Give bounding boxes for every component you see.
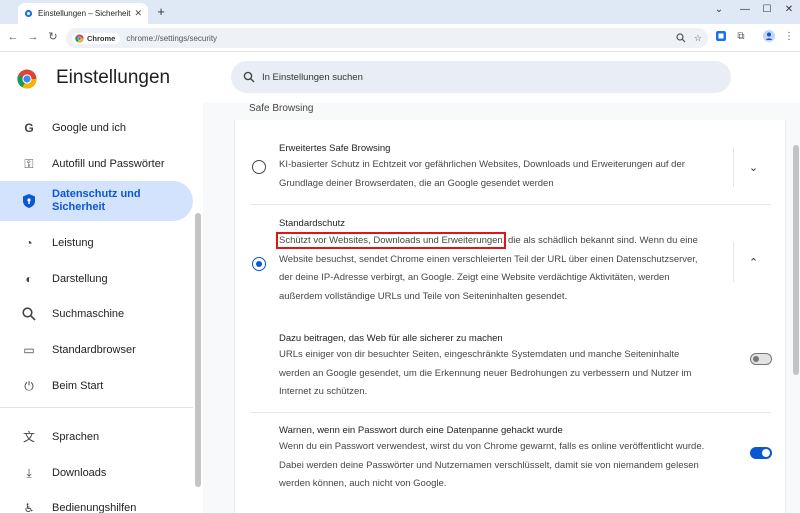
help-improve-description: URLs einiger von dir besuchter Seiten, e… (279, 349, 692, 397)
tab-title: Einstellungen – Sicherheit (38, 9, 131, 18)
sidebar-item-label: Standardbrowser (52, 343, 136, 356)
sidebar-item-languages[interactable]: 文 Sprachen (0, 417, 193, 457)
zoom-icon[interactable] (676, 33, 686, 43)
sidebar-item-label: Datenschutz und Sicherheit (52, 188, 141, 213)
sidebar-item-on-startup[interactable]: ⏻ Beim Start (0, 366, 193, 406)
sidebar-item-search-engine[interactable]: Suchmaschine (0, 294, 193, 334)
settings-gear-icon (24, 9, 33, 18)
enhanced-description: KI-basierter Schutz in Echtzeit vor gefä… (279, 159, 685, 189)
minimize-icon[interactable]: — (738, 4, 752, 15)
tab-strip: Einstellungen – Sicherheit ✕ + ⌄ — ☐ ✕ (0, 0, 800, 24)
row-divider (251, 204, 771, 205)
sidebar-item-label: Sprachen (52, 430, 100, 443)
standard-radio[interactable] (252, 257, 266, 271)
sidebar-item-default-browser[interactable]: ▭ Standardbrowser (0, 330, 193, 370)
tab-settings[interactable]: Einstellungen – Sicherheit ✕ (18, 3, 148, 24)
address-bar[interactable]: Chrome chrome://settings/security ☆ (66, 28, 708, 48)
new-tab-button[interactable]: + (153, 4, 169, 20)
tab-close-icon[interactable]: ✕ (134, 8, 142, 19)
extensions-puzzle-icon[interactable]: ⧉ (734, 30, 748, 44)
browser-icon: ▭ (23, 343, 35, 357)
sidebar-item-accessibility[interactable]: ♿ Bedienungshilfen (0, 488, 193, 513)
enhanced-radio[interactable] (252, 160, 266, 174)
profile-avatar-icon[interactable] (762, 30, 776, 44)
extension-app-icon[interactable] (714, 30, 728, 44)
row-divider (251, 412, 771, 413)
standard-collapse-chevron-icon[interactable]: ⌃ (733, 242, 773, 282)
enhanced-title: Erweitertes Safe Browsing (279, 143, 391, 154)
browser-toolbar: ← → ↻ Chrome chrome://settings/security … (0, 24, 800, 52)
search-icon (243, 71, 255, 83)
speedometer-icon: ◔ (25, 236, 33, 250)
sidebar-item-appearance[interactable]: ◐ Darstellung (0, 259, 193, 299)
sidebar-item-label: Downloads (52, 466, 107, 479)
safe-browsing-card: Erweitertes Safe Browsing KI-basierter S… (234, 120, 786, 513)
download-icon: ⤓ (26, 466, 32, 480)
url-text[interactable]: chrome://settings/security (126, 34, 668, 43)
bookmark-star-icon[interactable]: ☆ (694, 33, 702, 44)
sidebar-item-performance[interactable]: ◔ Leistung (0, 223, 193, 263)
forward-arrow-icon[interactable]: → (26, 30, 40, 44)
accessibility-icon: ♿ (23, 501, 35, 513)
reload-icon[interactable]: ↻ (46, 30, 60, 44)
sidebar-item-privacy-security[interactable]: Datenschutz und Sicherheit (0, 181, 193, 221)
sidebar-item-label: Bedienungshilfen (52, 501, 137, 513)
sidebar-item-label: Autofill und Passwörter (52, 157, 165, 170)
sidebar-item-autofill[interactable]: ⚿ Autofill und Passwörter (0, 144, 193, 184)
kebab-menu-icon[interactable]: ⋮ (782, 30, 796, 44)
standard-title: Standardschutz (279, 218, 346, 229)
sidebar-item-label: Suchmaschine (52, 307, 125, 320)
main-scrollbar[interactable] (793, 145, 799, 375)
window-close-icon[interactable]: ✕ (782, 4, 796, 15)
sidebar-item-downloads[interactable]: ⤓ Downloads (0, 453, 193, 493)
settings-main: Safe Browsing Erweitertes Safe Browsing … (203, 103, 800, 513)
shield-icon (23, 194, 35, 208)
power-icon: ⏻ (24, 379, 34, 393)
password-leak-toggle[interactable] (750, 447, 772, 459)
back-arrow-icon[interactable]: ← (6, 30, 20, 44)
search-icon (22, 307, 36, 321)
site-chip-label: Chrome (87, 33, 116, 43)
help-improve-title: Dazu beitragen, das Web für alle sichere… (279, 333, 503, 344)
help-improve-toggle[interactable] (750, 353, 772, 365)
enhanced-expand-chevron-icon[interactable]: ⌄ (733, 147, 773, 187)
sidebar-item-label: Google und ich (52, 121, 126, 134)
sidebar-item-label: Darstellung (52, 272, 108, 285)
search-placeholder: In Einstellungen suchen (262, 71, 363, 83)
key-icon: ⚿ (24, 157, 34, 171)
google-g-icon: G (24, 121, 34, 135)
chrome-logo-icon (17, 69, 37, 89)
palette-icon: ◐ (25, 272, 33, 286)
sidebar-item-label: Leistung (52, 236, 94, 249)
tab-search-chevron-icon[interactable]: ⌄ (712, 4, 726, 15)
sidebar-scrollbar[interactable] (195, 213, 201, 487)
settings-search-input[interactable]: In Einstellungen suchen (231, 61, 731, 93)
sidebar-item-label: Beim Start (52, 379, 104, 392)
maximize-icon[interactable]: ☐ (760, 4, 774, 15)
translate-icon: 文 (22, 430, 35, 444)
settings-sidebar: G Google und ich ⚿ Autofill und Passwört… (0, 103, 203, 513)
highlighted-text: Schützt vor Websites, Downloads und Erwe… (276, 232, 506, 249)
settings-header: Einstellungen In Einstellungen suchen (0, 53, 800, 103)
section-title: Safe Browsing (249, 103, 314, 114)
sidebar-item-google[interactable]: G Google und ich (0, 108, 193, 148)
standard-description: Schützt vor Websites, Downloads und Erwe… (276, 232, 709, 306)
password-leak-description: Wenn du ein Passwort verwendest, wirst d… (279, 441, 705, 489)
password-leak-title: Warnen, wenn ein Passwort durch eine Dat… (279, 425, 563, 436)
sidebar-divider (0, 407, 193, 408)
page-title: Einstellungen (56, 67, 171, 88)
chrome-logo-icon (75, 33, 84, 43)
site-info-chip[interactable]: Chrome (72, 32, 121, 44)
